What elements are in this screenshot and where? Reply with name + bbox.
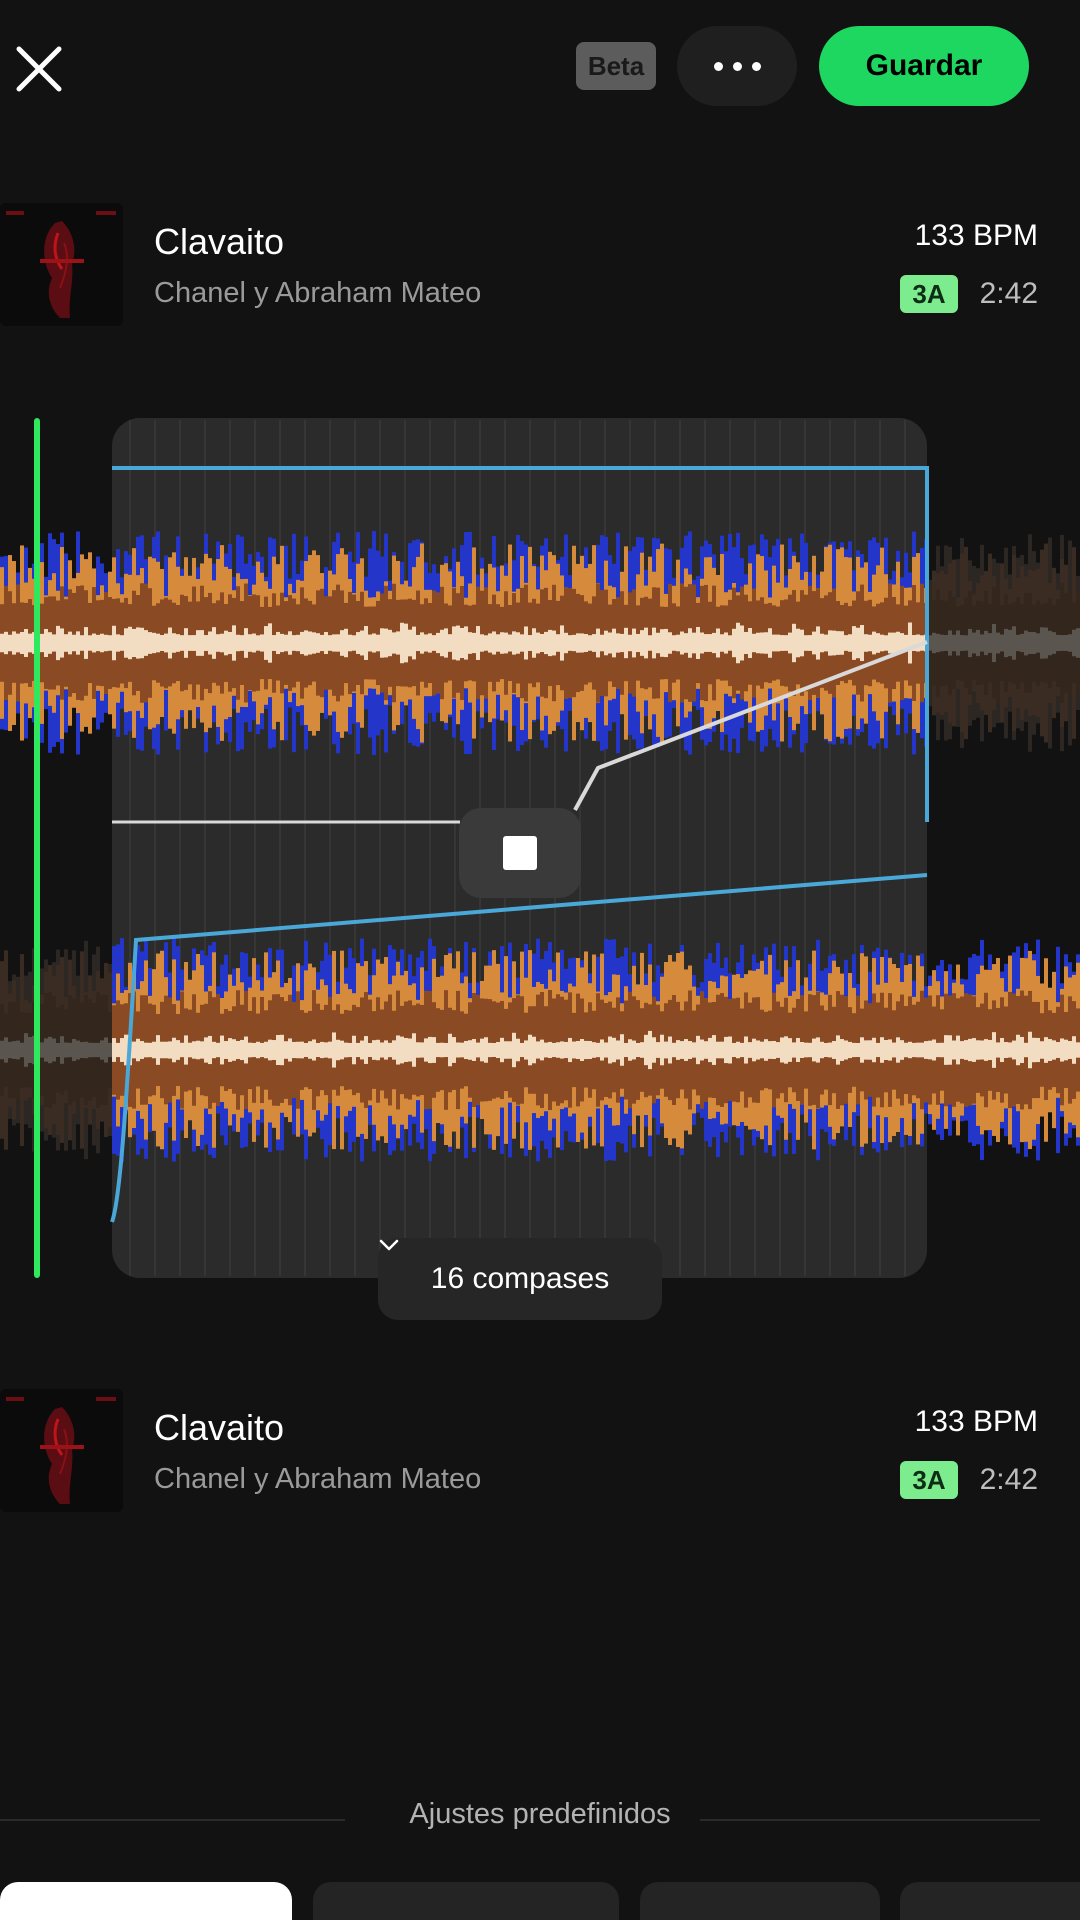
preset-card-selected[interactable]	[0, 1882, 292, 1920]
track-duration: 2:42	[979, 277, 1038, 310]
preset-card[interactable]	[900, 1882, 1080, 1920]
divider	[700, 1819, 1040, 1821]
more-horizontal-icon	[713, 61, 723, 71]
waveform-track-b	[0, 938, 1080, 1162]
key-badge: 3A	[900, 275, 958, 313]
beta-badge: Beta	[576, 42, 656, 90]
transition-editor[interactable]: 16 compases	[0, 410, 1080, 1330]
track-artist: Chanel y Abraham Mateo	[154, 1463, 482, 1495]
chevron-down-icon	[379, 1239, 399, 1251]
track-a-row[interactable]: Clavaito Chanel y Abraham Mateo 133 BPM …	[0, 203, 1080, 328]
album-cover-b	[0, 1389, 123, 1512]
mix-editor-screen: Beta Guardar Clavaito Chanel y Abraham M…	[0, 0, 1080, 1920]
more-options-button[interactable]	[677, 26, 797, 106]
more-dot	[732, 61, 742, 71]
track-duration: 2:42	[979, 1463, 1038, 1496]
track-title: Clavaito	[154, 221, 285, 262]
track-artist: Chanel y Abraham Mateo	[154, 277, 482, 309]
close-icon	[16, 46, 62, 92]
preset-card[interactable]	[640, 1882, 880, 1920]
track-bpm: 133 BPM	[914, 1405, 1038, 1438]
track-b-row[interactable]: Clavaito Chanel y Abraham Mateo 133 BPM …	[0, 1389, 1080, 1514]
preset-card[interactable]	[313, 1882, 619, 1920]
save-button[interactable]: Guardar	[819, 26, 1029, 106]
stop-icon	[503, 836, 537, 870]
stop-button[interactable]	[459, 808, 581, 898]
track-title: Clavaito	[154, 1407, 285, 1448]
track-bpm: 133 BPM	[914, 219, 1038, 252]
close-button[interactable]	[10, 40, 68, 98]
playhead[interactable]	[34, 418, 40, 1278]
bars-dropdown[interactable]: 16 compases	[378, 1238, 662, 1320]
more-dot	[751, 61, 761, 71]
album-art-image	[0, 1389, 123, 1512]
presets-heading: Ajustes predefinidos	[409, 1798, 671, 1830]
album-cover-a	[0, 203, 123, 326]
key-badge: 3A	[900, 1461, 958, 1499]
album-art-image	[0, 203, 123, 326]
bars-label: 16 compases	[430, 1262, 610, 1295]
